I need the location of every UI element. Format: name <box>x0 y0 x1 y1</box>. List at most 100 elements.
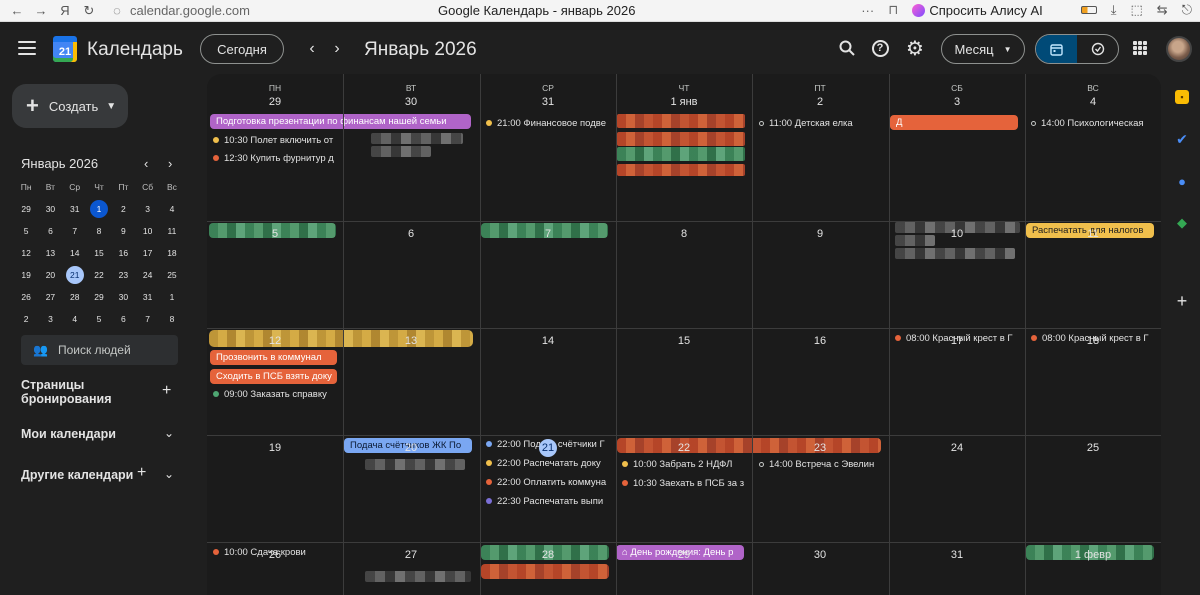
day-number[interactable]: 22 <box>616 442 752 454</box>
mini-day[interactable]: 23 <box>111 264 135 286</box>
mini-day[interactable]: 4 <box>63 308 87 330</box>
event-item[interactable]: 22:00 Оплатить коммуна <box>480 475 614 490</box>
mini-day[interactable]: 12 <box>14 242 38 264</box>
day-number[interactable]: 15 <box>616 335 752 347</box>
yandex-icon[interactable]: Я <box>58 3 72 18</box>
mini-day[interactable]: 30 <box>111 286 135 308</box>
mini-day[interactable]: 19 <box>14 264 38 286</box>
bookmark-icon[interactable]: ⊓ <box>888 2 898 18</box>
other-calendars-label[interactable]: Другие календари <box>21 468 133 482</box>
mini-day[interactable]: 6 <box>38 220 62 242</box>
mini-day[interactable]: 18 <box>160 242 184 264</box>
tasks-view-icon[interactable] <box>1077 35 1118 63</box>
mini-day[interactable]: 21 <box>63 264 87 286</box>
mini-day[interactable]: 5 <box>14 220 38 242</box>
mini-day[interactable]: 10 <box>135 220 159 242</box>
blurred-event[interactable] <box>617 147 745 161</box>
back-arrow-icon[interactable]: ← <box>10 3 24 18</box>
event-item[interactable]: 21:00 Финансовое подве <box>480 116 614 131</box>
mini-day[interactable]: 7 <box>135 308 159 330</box>
view-selector[interactable]: Месяц ▼ <box>941 34 1025 64</box>
day-number[interactable]: 30 <box>752 549 888 561</box>
event-bar[interactable]: Подготовка презентации по финансам нашей… <box>210 114 471 129</box>
day-number[interactable]: 21 <box>480 439 616 457</box>
mini-day[interactable]: 26 <box>14 286 38 308</box>
translate-icon[interactable]: ⇆ <box>1157 2 1168 18</box>
day-number[interactable]: 18 <box>1025 335 1161 347</box>
prev-month-button[interactable]: ‹ <box>302 37 322 61</box>
day-number[interactable]: 17 <box>889 335 1025 347</box>
day-number[interactable]: 3 <box>889 96 1025 108</box>
day-number[interactable]: 11 <box>1025 228 1161 240</box>
day-number[interactable]: 1 февр <box>1025 549 1161 561</box>
event-item[interactable]: 10:00 Забрать 2 НДФЛ <box>616 457 750 472</box>
mini-day[interactable]: 29 <box>14 198 38 220</box>
google-apps-icon[interactable] <box>1133 41 1147 55</box>
mini-day[interactable]: 14 <box>63 242 87 264</box>
chevron-down-icon[interactable]: ⌄ <box>164 426 174 440</box>
day-number[interactable]: 12 <box>207 335 343 347</box>
day-number[interactable]: 6 <box>343 228 479 240</box>
help-icon[interactable]: ? <box>869 37 891 59</box>
more-dots-icon[interactable]: ··· <box>861 3 874 18</box>
mini-day[interactable]: 31 <box>63 198 87 220</box>
mini-day[interactable]: 6 <box>111 308 135 330</box>
day-number[interactable]: 8 <box>616 228 752 240</box>
blurred-event[interactable] <box>371 146 431 157</box>
event-item[interactable]: 11:00 Детская елка <box>753 116 887 131</box>
extension-icon[interactable]: ⬚ <box>1131 2 1143 18</box>
mini-day[interactable]: 29 <box>87 286 111 308</box>
mini-day[interactable]: 7 <box>63 220 87 242</box>
add-addon-icon[interactable]: + <box>1175 291 1189 311</box>
day-number[interactable]: 27 <box>343 549 479 561</box>
event-item[interactable]: 14:00 Психологическая <box>1025 116 1159 131</box>
mini-day[interactable]: 2 <box>14 308 38 330</box>
mini-next-button[interactable]: › <box>168 156 172 171</box>
day-number[interactable]: 23 <box>752 442 888 454</box>
create-button[interactable]: + Создать ▼ <box>12 84 128 128</box>
day-number[interactable]: 9 <box>752 228 888 240</box>
download-icon[interactable]: ⤓ <box>1111 2 1117 18</box>
event-item[interactable]: 12:30 Купить фурнитур д <box>207 151 341 166</box>
day-number[interactable]: 19 <box>207 442 343 454</box>
contacts-icon[interactable]: ● <box>1175 174 1189 189</box>
mini-day[interactable]: 4 <box>160 198 184 220</box>
blurred-event[interactable] <box>895 248 1015 259</box>
reload-icon[interactable]: ↻ <box>82 3 96 18</box>
day-number[interactable]: 26 <box>207 549 343 561</box>
day-number[interactable]: 25 <box>1025 442 1161 454</box>
mini-day[interactable]: 5 <box>87 308 111 330</box>
day-number[interactable]: 14 <box>480 335 616 347</box>
mini-day[interactable]: 8 <box>87 220 111 242</box>
mini-day[interactable]: 24 <box>135 264 159 286</box>
day-number[interactable]: 10 <box>889 228 1025 240</box>
search-icon[interactable] <box>836 37 858 59</box>
event-item[interactable]: 10:30 Заехать в ПСБ за з <box>616 476 750 491</box>
day-number[interactable]: 29 <box>616 549 752 561</box>
today-button[interactable]: Сегодня <box>200 34 284 64</box>
calendar-tasks-toggle[interactable] <box>1035 34 1119 64</box>
tasks-icon[interactable]: ✔ <box>1175 131 1189 147</box>
mini-day[interactable]: 25 <box>160 264 184 286</box>
blurred-event[interactable] <box>617 132 745 146</box>
day-number[interactable]: 20 <box>343 442 479 454</box>
event-bar[interactable]: Д <box>890 115 1018 130</box>
event-item[interactable]: 09:00 Заказать справку <box>207 387 341 402</box>
blurred-event[interactable] <box>371 133 463 144</box>
mini-day[interactable]: 11 <box>160 220 184 242</box>
mini-day[interactable]: 3 <box>38 308 62 330</box>
day-number[interactable]: 4 <box>1025 96 1161 108</box>
blurred-event[interactable] <box>617 164 745 176</box>
event-item[interactable]: 14:00 Встреча с Эвелин <box>753 457 887 472</box>
forward-arrow-icon[interactable]: → <box>34 3 48 18</box>
settings-gear-icon[interactable]: ⚙ <box>904 37 926 60</box>
account-avatar[interactable] <box>1166 36 1192 62</box>
blurred-event[interactable] <box>365 459 465 470</box>
keep-icon[interactable]: ▪ <box>1175 90 1189 104</box>
chevron-down-icon[interactable]: ⌄ <box>164 467 174 481</box>
alice-button[interactable]: Спросить Алису AI <box>912 3 1043 18</box>
day-number[interactable]: 7 <box>480 228 616 240</box>
mini-day[interactable]: 1 <box>160 286 184 308</box>
address-bar[interactable]: calendar.google.com <box>130 3 250 18</box>
day-number[interactable]: 24 <box>889 442 1025 454</box>
